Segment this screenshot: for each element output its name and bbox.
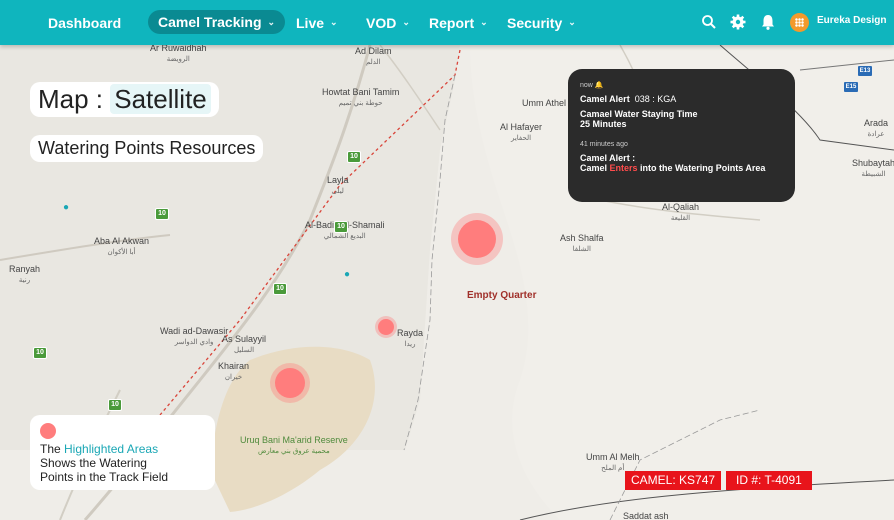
road-badge: 10	[33, 347, 47, 359]
place-label: Shubaytah الشبيطة	[852, 158, 894, 178]
nav-live[interactable]: Live ⌄	[296, 0, 338, 45]
nav-vod-label: VOD	[366, 14, 397, 31]
nav-security-label: Security	[507, 14, 563, 31]
chevron-down-icon: ⌄	[330, 17, 338, 27]
search-icon[interactable]	[700, 13, 718, 31]
chevron-down-icon: ⌄	[480, 17, 488, 27]
notification-panel[interactable]: now 🔔 Camel Alert 038 : KGA Camael Water…	[568, 69, 795, 202]
place-label: Al Hafayer الحفاير	[500, 122, 543, 142]
notification-meta: now 🔔	[580, 81, 783, 89]
road-badge: 10	[108, 399, 122, 411]
place-label: Wadi ad-Dawasir وادي الدواسر	[160, 326, 229, 346]
road-badge-blue: E15	[844, 82, 858, 92]
brand-logo[interactable]	[790, 13, 809, 32]
legend-text: Points in the Track Field	[40, 470, 169, 484]
brand-name[interactable]: Eureka Design	[817, 15, 886, 26]
nav-security[interactable]: Security ⌄	[507, 0, 576, 45]
place-label: Layla ليلى	[327, 175, 349, 195]
legend-text: The Highlighted Areas	[40, 442, 159, 456]
map-title-card: Map : Satellite	[30, 82, 219, 117]
bell-icon[interactable]	[759, 13, 777, 31]
legend-text: Shows the Watering	[40, 456, 147, 470]
hotspot-core	[275, 368, 305, 398]
nav-live-label: Live	[296, 14, 325, 31]
place-label: Ar Ruwaidhah الرويضة	[150, 45, 207, 63]
nav-dashboard[interactable]: Dashboard	[48, 0, 121, 45]
road-badge-blue: E13	[858, 66, 872, 76]
nav-dashboard-label: Dashboard	[48, 14, 122, 31]
region-label: Empty Quarter	[467, 290, 537, 301]
legend-dot-icon	[40, 423, 56, 439]
nav-vod[interactable]: VOD ⌄	[366, 0, 410, 45]
nav-report-label: Report	[429, 14, 475, 31]
chevron-down-icon: ⌄	[568, 17, 576, 27]
nav-report[interactable]: Report ⌄	[429, 0, 488, 45]
watering-point-hotspot[interactable]	[270, 363, 310, 403]
bell-icon: 🔔	[594, 82, 604, 89]
notification-item[interactable]: Camel Alert 038 : KGA	[580, 94, 783, 104]
place-label: Aba Al Akwan أبا الأكوان	[94, 236, 150, 256]
map-subtitle-card: Watering Points Resources	[30, 135, 264, 162]
notification-item[interactable]: Camel Alert : Camel Enters into the Wate…	[580, 153, 783, 173]
place-label: Al-Qaliah القليعة	[662, 202, 700, 222]
chevron-down-icon: ⌄	[267, 16, 276, 27]
hotspot-core	[458, 220, 496, 258]
nav-camel-tracking-label: Camel Tracking	[158, 14, 262, 30]
place-label: Ash Shalfa الشلفا	[560, 233, 604, 253]
place-label: Uruq Bani Ma'arid Reserve محمية عروق بني …	[240, 435, 348, 455]
hotspot-core	[378, 319, 394, 335]
map-mode-label[interactable]: Satellite	[110, 84, 211, 114]
place-label: Khairan خيران	[218, 361, 250, 381]
road-badge: 10	[334, 221, 348, 233]
map-subtitle: Watering Points Resources	[38, 138, 256, 158]
camel-tag[interactable]: CAMEL: KS747	[625, 471, 722, 490]
watering-point-hotspot[interactable]	[451, 213, 503, 265]
place-label: As Sulayyil السليل	[222, 334, 267, 354]
place-label: Rayda ريدا	[397, 328, 424, 348]
road-badge: 10	[347, 151, 361, 163]
chevron-down-icon: ⌄	[402, 17, 410, 27]
place-label: Ranyah رنية	[9, 264, 41, 284]
place-label: Saddat ash	[623, 511, 669, 520]
water-pin-icon[interactable]: ●	[344, 269, 352, 280]
map-title-prefix: Map :	[38, 84, 111, 114]
legend-card: The Highlighted Areas Shows the Watering…	[30, 415, 215, 490]
water-pin-icon[interactable]: ●	[63, 202, 71, 213]
notification-time: 41 minutes ago	[580, 141, 628, 148]
place-label: Howtat Bani Tamim حوطة بني تميم	[322, 87, 400, 107]
top-nav-bar: Dashboard Camel Tracking ⌄ Live ⌄ VOD ⌄ Rep…	[0, 0, 894, 45]
notification-code: 038 : KGA	[634, 94, 677, 104]
gear-icon[interactable]	[729, 13, 747, 31]
notification-time: now	[580, 82, 593, 89]
watering-point-hotspot[interactable]	[375, 316, 397, 338]
id-tag[interactable]: ID #: T-4091	[726, 471, 812, 490]
notification-title: Camel Alert	[580, 94, 630, 104]
notification-text: Camael Water Staying Time 25 Minutes	[580, 109, 698, 129]
place-label: Ad Dilam الدلم	[355, 46, 392, 66]
road-badge: 10	[155, 208, 169, 220]
road-badge: 10	[273, 283, 287, 295]
place-label: Arada عرادة	[864, 118, 889, 138]
notification-title: Camel Alert :	[580, 153, 636, 163]
notification-highlight: Enters	[609, 163, 638, 173]
place-label: Umm Athel	[522, 98, 567, 108]
nav-camel-tracking[interactable]: Camel Tracking ⌄	[148, 10, 286, 34]
